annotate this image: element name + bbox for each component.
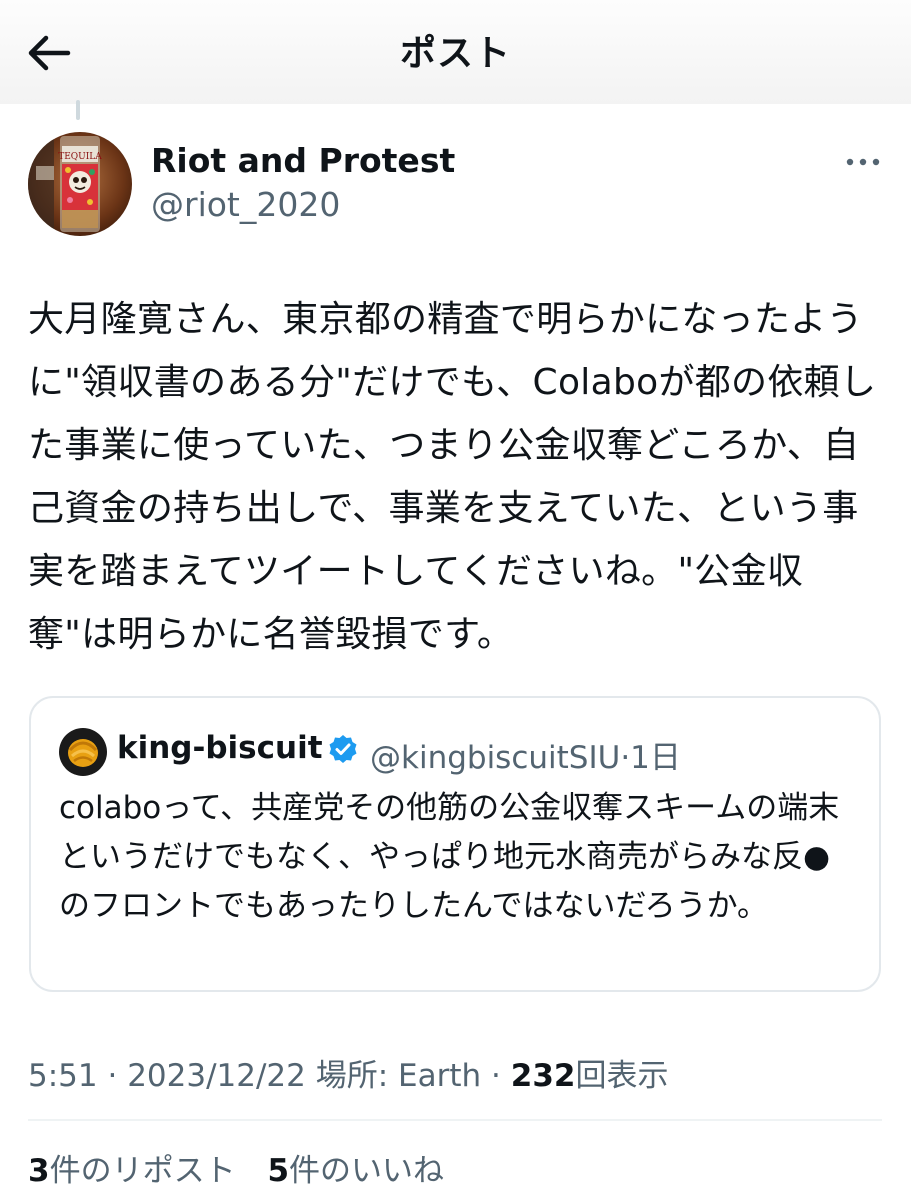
author-handle[interactable]: @riot_2020 [151, 185, 340, 224]
author-display-name[interactable]: Riot and Protest [151, 141, 455, 180]
top-bar: ポスト [0, 0, 911, 104]
views-count: 232 [510, 1058, 576, 1094]
likes-stat[interactable]: 5件のいいね [267, 1145, 444, 1190]
post-meta: 5:51 · 2023/12/22 場所: Earth · 232回表示 [28, 1050, 668, 1095]
quote-text: colaboって、共産党その他筋の公金収奪スキームの端末というだけでもなく、やっ… [59, 790, 840, 924]
thread-connector-line [76, 100, 80, 120]
quote-author-avatar [59, 728, 107, 776]
verified-badge-icon [329, 735, 357, 763]
reposts-stat[interactable]: 3件のリポスト [28, 1145, 236, 1190]
author-avatar[interactable]: TEQUILA [28, 132, 132, 236]
quote-author-name: king-biscuit [117, 730, 323, 766]
meta-separator: · [107, 1058, 118, 1094]
post-date[interactable]: 2023/12/22 [127, 1058, 306, 1094]
quote-author-handle: @kingbiscuitSIU [370, 740, 621, 776]
page-title: ポスト [399, 33, 511, 74]
avatar-image: TEQUILA [28, 132, 132, 236]
meta-separator-2: · [491, 1058, 501, 1094]
quote-age: 1日 [630, 740, 681, 776]
svg-text:TEQUILA: TEQUILA [58, 152, 102, 162]
post-text: 大月隆寛さん、東京都の精査で明らかになったように"領収書のある分"だけでも、Co… [28, 299, 877, 655]
quoted-post-card[interactable]: king-biscuit @kingbiscuitSIU·1日 colaboって… [29, 696, 881, 992]
post-time[interactable]: 5:51 [28, 1058, 98, 1094]
divider [28, 1119, 882, 1121]
likes-label: 件のいいね [289, 1153, 445, 1189]
quote-meta: @kingbiscuitSIU·1日 [370, 732, 681, 777]
views-label: 回表示 [575, 1058, 669, 1094]
post-location: 場所: Earth [315, 1058, 482, 1094]
reposts-count: 3 [28, 1153, 50, 1189]
reposts-label: 件のリポスト [49, 1153, 236, 1189]
likes-count: 5 [267, 1153, 290, 1189]
engagement-stats: 3件のリポスト 5件のいいね [28, 1145, 466, 1190]
quote-separator: · [620, 740, 631, 776]
ellipsis-icon[interactable] [843, 152, 883, 172]
